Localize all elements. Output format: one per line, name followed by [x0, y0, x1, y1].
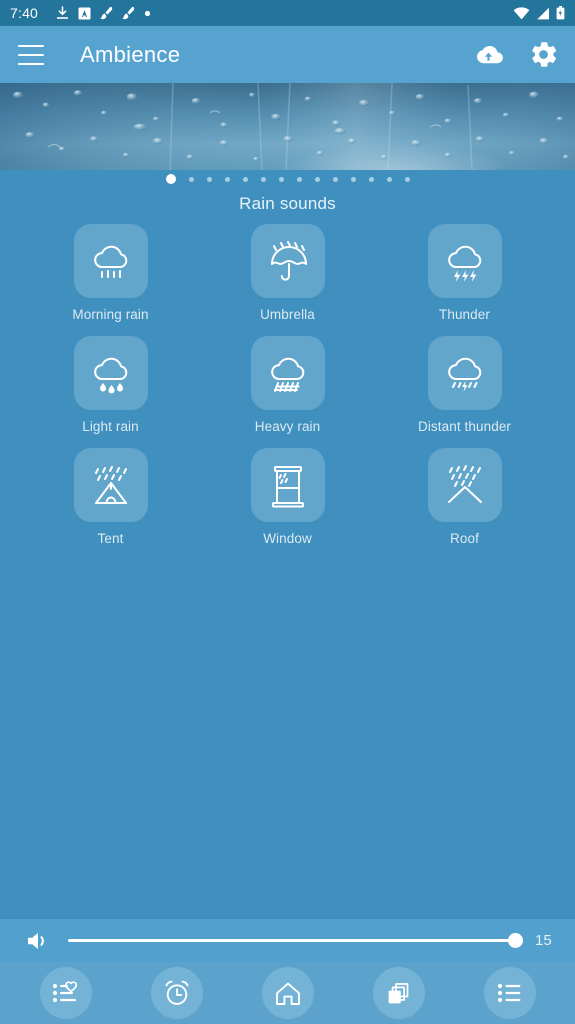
- sound-tile[interactable]: Morning rain: [22, 224, 199, 322]
- pager-dot[interactable]: [314, 176, 320, 182]
- volume-thumb[interactable]: [508, 933, 523, 948]
- sound-tile-icon-box[interactable]: [250, 448, 325, 522]
- pager-dot[interactable]: [296, 176, 302, 182]
- nav-favorites-button[interactable]: [39, 967, 92, 1019]
- status-bar-left: 7:40: [10, 5, 513, 21]
- sound-tile-icon-box[interactable]: [73, 224, 148, 298]
- list-icon: [497, 983, 520, 1003]
- pager-dot[interactable]: [165, 174, 176, 184]
- volume-track: [68, 939, 521, 942]
- pager-dot[interactable]: [206, 176, 212, 182]
- pager-dot[interactable]: [404, 176, 410, 182]
- status-bar-right: [513, 6, 565, 20]
- volume-slider[interactable]: [68, 931, 523, 951]
- sound-tile-label: Heavy rain: [254, 419, 321, 434]
- wifi-icon: [513, 6, 530, 19]
- sound-tile-icon-box[interactable]: [427, 448, 502, 522]
- volume-value: 15: [535, 932, 552, 949]
- app-a-icon: [78, 7, 91, 19]
- cloud-lightning-icon: [447, 245, 481, 282]
- pager-dot[interactable]: [242, 176, 248, 182]
- volume-bar: 15: [0, 919, 575, 962]
- pager-dot[interactable]: [278, 176, 284, 182]
- speaker-volume-icon[interactable]: [26, 930, 50, 952]
- nav-mixes-button[interactable]: [372, 967, 425, 1019]
- sound-tile-label: Umbrella: [260, 307, 315, 322]
- roof-rain-icon: [447, 465, 482, 503]
- sound-tile-icon-box[interactable]: [427, 224, 502, 298]
- section-title: Rain sounds: [239, 194, 336, 213]
- window-rain-icon: [271, 466, 304, 508]
- sound-grid: Morning rain Umbrella Thunder Light rain Hea…: [0, 224, 575, 546]
- pager-dot[interactable]: [224, 176, 230, 182]
- sound-tile[interactable]: Light rain: [22, 336, 199, 434]
- tent-rain-icon: [94, 466, 127, 504]
- pager-dot[interactable]: [332, 176, 338, 182]
- sound-tile-icon-box[interactable]: [250, 336, 325, 410]
- home-icon: [275, 982, 300, 1005]
- page-title: Ambience: [80, 41, 181, 67]
- pager-dot[interactable]: [188, 176, 194, 182]
- sound-tile[interactable]: Roof: [376, 448, 553, 546]
- cloud-upload-icon[interactable]: [474, 43, 504, 67]
- dot-icon: [144, 10, 151, 16]
- sound-tile-label: Tent: [97, 531, 124, 546]
- pager-dot[interactable]: [260, 176, 266, 182]
- sound-tile-label: Roof: [450, 531, 479, 546]
- rain-on-glass-image: [0, 83, 575, 170]
- bottom-nav: [0, 962, 575, 1024]
- sound-tile-icon-box[interactable]: [73, 448, 148, 522]
- cloud-droplets-icon: [93, 357, 127, 394]
- nav-home-button[interactable]: [261, 967, 314, 1019]
- sound-tile[interactable]: Thunder: [376, 224, 553, 322]
- brush-icon: [100, 6, 113, 20]
- favorites-list-icon: [52, 981, 77, 1003]
- sound-tile-icon-box[interactable]: [73, 336, 148, 410]
- hamburger-menu-icon[interactable]: [18, 44, 44, 65]
- pager-dot[interactable]: [386, 176, 392, 182]
- nav-playlist-button[interactable]: [483, 967, 536, 1019]
- sound-tile[interactable]: Heavy rain: [199, 336, 376, 434]
- sound-tile-label: Thunder: [439, 307, 490, 322]
- cell-signal-icon: [537, 7, 549, 19]
- cloud-heavy-rain-icon: [270, 357, 304, 392]
- hero-banner[interactable]: [0, 83, 575, 170]
- brush-icon: [122, 6, 135, 20]
- nav-timer-button[interactable]: [150, 967, 203, 1019]
- sound-tile-icon-box[interactable]: [250, 224, 325, 298]
- umbrella-rain-icon: [270, 241, 307, 281]
- pager-dot[interactable]: [350, 176, 356, 182]
- pager-dot[interactable]: [368, 176, 374, 182]
- battery-icon: [556, 6, 565, 20]
- alarm-clock-icon: [164, 980, 189, 1005]
- settings-gear-icon[interactable]: [530, 41, 557, 68]
- carousel-pager[interactable]: [0, 170, 575, 188]
- sound-tile[interactable]: Window: [199, 448, 376, 546]
- status-clock: 7:40: [10, 5, 39, 21]
- app-screen: 7:40 Ambience Rain sounds Morning rain U…: [0, 0, 575, 1024]
- cloud-drizzle-icon: [93, 245, 127, 278]
- app-bar-actions: [474, 41, 557, 68]
- layers-icon: [388, 982, 408, 1003]
- sound-tile-icon-box[interactable]: [427, 336, 502, 410]
- sound-tile-label: Morning rain: [72, 307, 149, 322]
- sound-tile[interactable]: Tent: [22, 448, 199, 546]
- sound-tile-label: Light rain: [82, 419, 139, 434]
- status-bar: 7:40: [0, 0, 575, 26]
- download-icon: [57, 6, 69, 19]
- sound-tile-label: Window: [263, 531, 312, 546]
- app-bar: Ambience: [0, 26, 575, 83]
- sound-tile[interactable]: Umbrella: [199, 224, 376, 322]
- sound-tile[interactable]: Distant thunder: [376, 336, 553, 434]
- cloud-small-lightning-icon: [447, 357, 481, 392]
- sound-tile-label: Distant thunder: [417, 419, 512, 434]
